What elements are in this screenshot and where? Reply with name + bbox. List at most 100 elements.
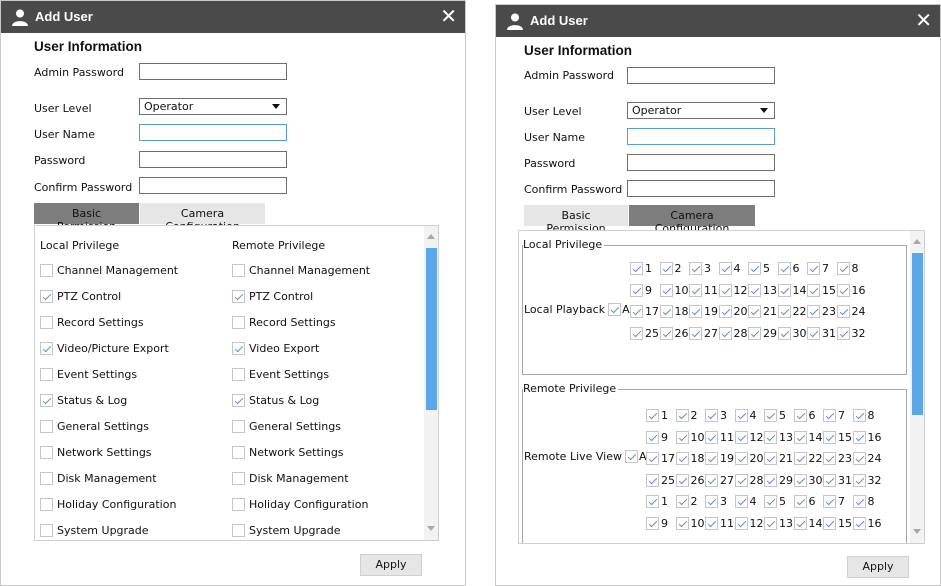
- channel-checkbox[interactable]: [689, 305, 702, 318]
- permission-item[interactable]: General Settings: [40, 420, 149, 433]
- scroll-down-icon[interactable]: [913, 529, 921, 534]
- channel-checkbox[interactable]: [689, 262, 702, 275]
- permission-checkbox[interactable]: [232, 342, 245, 355]
- channel-checkbox[interactable]: [793, 409, 807, 422]
- channel-checkbox[interactable]: [734, 409, 748, 422]
- channel-checkbox-item[interactable]: 13: [764, 430, 793, 444]
- channel-checkbox-item[interactable]: 27: [705, 473, 734, 487]
- channel-checkbox[interactable]: [675, 452, 689, 465]
- channel-checkbox-item[interactable]: 21: [764, 452, 793, 465]
- channel-checkbox-item[interactable]: 22: [777, 305, 807, 318]
- permission-checkbox[interactable]: [40, 472, 53, 485]
- channel-checkbox[interactable]: [836, 283, 850, 297]
- channel-checkbox[interactable]: [777, 326, 791, 340]
- channel-checkbox-item[interactable]: 20: [718, 305, 748, 318]
- channel-checkbox[interactable]: [705, 495, 718, 508]
- local-playback-all-checkbox[interactable]: [608, 303, 622, 316]
- permission-checkbox[interactable]: [232, 472, 245, 485]
- channel-checkbox-item[interactable]: 12: [718, 283, 748, 297]
- channel-checkbox-item[interactable]: 5: [764, 495, 786, 508]
- channel-checkbox[interactable]: [689, 326, 702, 340]
- channel-checkbox-item[interactable]: 2: [659, 262, 682, 275]
- permission-checkbox[interactable]: [40, 420, 53, 433]
- channel-checkbox-item[interactable]: 18: [675, 452, 705, 465]
- channel-checkbox[interactable]: [705, 473, 718, 487]
- channel-checkbox-item[interactable]: 4: [734, 409, 757, 422]
- channel-checkbox[interactable]: [793, 473, 807, 487]
- channel-checkbox-item[interactable]: 14: [793, 516, 823, 530]
- tab-basic-permission[interactable]: Basic Permission: [34, 203, 139, 233]
- channel-checkbox-item[interactable]: 29: [764, 473, 793, 487]
- channel-checkbox[interactable]: [823, 516, 836, 530]
- channel-checkbox-item[interactable]: 17: [630, 305, 659, 318]
- permission-item[interactable]: Video Export: [232, 342, 319, 355]
- permission-checkbox[interactable]: [40, 368, 53, 381]
- channel-checkbox-item[interactable]: 11: [689, 283, 718, 297]
- channel-checkbox-item[interactable]: 6: [793, 409, 816, 422]
- channel-checkbox-item[interactable]: 8: [836, 262, 859, 275]
- tab-camera-configuration[interactable]: Camera Configuration: [629, 205, 755, 235]
- channel-checkbox[interactable]: [734, 473, 748, 487]
- channel-checkbox-item[interactable]: 21: [748, 305, 777, 318]
- permission-checkbox[interactable]: [40, 394, 53, 407]
- channel-checkbox-item[interactable]: 30: [793, 473, 823, 487]
- channel-checkbox-item[interactable]: 17: [646, 452, 675, 465]
- channel-checkbox-item[interactable]: 9: [646, 430, 668, 444]
- channel-checkbox[interactable]: [646, 452, 659, 465]
- permission-checkbox[interactable]: [232, 264, 245, 277]
- scrollbar[interactable]: [910, 231, 924, 543]
- admin-password-input[interactable]: [139, 63, 287, 80]
- permission-item[interactable]: Disk Management: [232, 472, 349, 485]
- channel-checkbox[interactable]: [852, 495, 866, 508]
- channel-checkbox-item[interactable]: 19: [689, 305, 718, 318]
- channel-checkbox[interactable]: [764, 495, 777, 508]
- permission-item[interactable]: PTZ Control: [232, 290, 313, 303]
- scrollbar[interactable]: [424, 226, 438, 540]
- permission-item[interactable]: Event Settings: [40, 368, 137, 381]
- channel-checkbox[interactable]: [630, 283, 643, 297]
- channel-checkbox-item[interactable]: 11: [705, 516, 734, 530]
- channel-checkbox[interactable]: [777, 283, 791, 297]
- channel-checkbox[interactable]: [764, 516, 777, 530]
- channel-checkbox-item[interactable]: 14: [777, 283, 807, 297]
- channel-checkbox[interactable]: [852, 409, 866, 422]
- channel-checkbox[interactable]: [705, 409, 718, 422]
- confirm-password-input[interactable]: [627, 180, 775, 197]
- permission-item[interactable]: Holiday Configuration: [232, 498, 368, 511]
- channel-checkbox-item[interactable]: 4: [734, 495, 757, 508]
- channel-checkbox[interactable]: [852, 430, 866, 444]
- scroll-up-icon[interactable]: [913, 239, 921, 244]
- channel-checkbox[interactable]: [793, 516, 807, 530]
- permission-item[interactable]: Holiday Configuration: [40, 498, 176, 511]
- channel-checkbox-item[interactable]: 5: [764, 409, 786, 422]
- tab-basic-permission[interactable]: Basic Permission: [524, 205, 628, 235]
- channel-checkbox[interactable]: [764, 452, 777, 465]
- channel-checkbox[interactable]: [705, 452, 718, 465]
- permission-item[interactable]: Channel Management: [232, 264, 370, 277]
- channel-checkbox-item[interactable]: 31: [807, 326, 836, 340]
- permission-item[interactable]: Video/Picture Export: [40, 342, 169, 355]
- scroll-up-icon[interactable]: [427, 234, 435, 239]
- channel-checkbox[interactable]: [807, 326, 820, 340]
- channel-checkbox[interactable]: [823, 473, 836, 487]
- permission-checkbox[interactable]: [232, 420, 245, 433]
- channel-checkbox[interactable]: [777, 305, 791, 318]
- channel-checkbox[interactable]: [646, 409, 659, 422]
- channel-checkbox-item[interactable]: 25: [630, 326, 659, 340]
- channel-checkbox-item[interactable]: 8: [852, 409, 875, 422]
- close-icon[interactable]: ✕: [915, 8, 932, 32]
- channel-checkbox-item[interactable]: 1: [646, 409, 668, 422]
- scrollbar-thumb[interactable]: [912, 253, 923, 415]
- channel-checkbox-item[interactable]: 7: [823, 409, 845, 422]
- channel-checkbox-item[interactable]: 19: [705, 452, 734, 465]
- channel-checkbox[interactable]: [793, 452, 807, 465]
- channel-checkbox[interactable]: [836, 326, 850, 340]
- channel-checkbox-item[interactable]: 14: [793, 430, 823, 444]
- password-input[interactable]: [139, 151, 287, 168]
- permission-checkbox[interactable]: [232, 524, 245, 537]
- channel-checkbox-item[interactable]: 11: [705, 430, 734, 444]
- channel-checkbox-item[interactable]: 3: [705, 409, 727, 422]
- channel-checkbox-item[interactable]: 22: [793, 452, 823, 465]
- channel-checkbox-item[interactable]: 24: [852, 452, 882, 465]
- channel-checkbox-item[interactable]: 6: [793, 495, 816, 508]
